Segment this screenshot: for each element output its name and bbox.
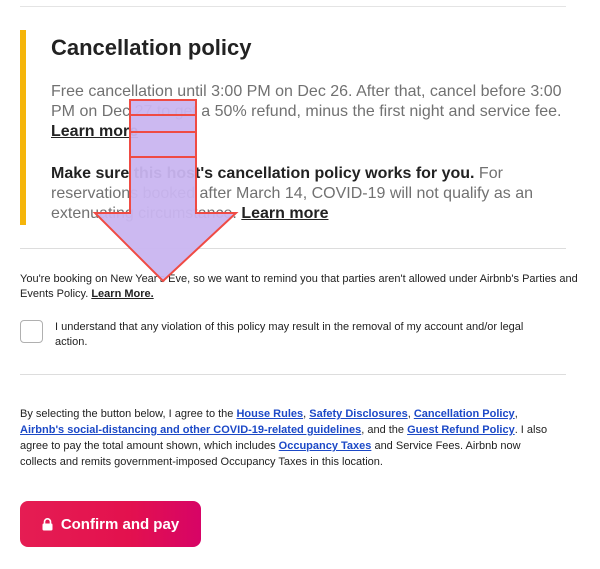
checkout-page: Cancellation policy Free cancellation un… [0, 0, 600, 569]
house-rules-link[interactable]: House Rules [236, 408, 303, 420]
acknowledgement-row: I understand that any violation of this … [20, 320, 580, 350]
new-years-eve-notice: You're booking on New Year's Eve, so we … [20, 272, 580, 302]
top-divider [20, 6, 566, 7]
divider [20, 374, 566, 375]
free-cancellation-text: Free cancellation until 3:00 PM on Dec 2… [51, 82, 571, 142]
agreement-intro: By selecting the button below, I agree t… [20, 408, 237, 420]
confirm-button-label: Confirm and pay [60, 515, 180, 533]
learn-more-link[interactable]: Learn more [51, 123, 138, 140]
cancellation-policy-link[interactable]: Cancellation Policy [414, 408, 515, 420]
cancellation-policy-title: Cancellation policy [51, 35, 252, 60]
agreement-text: By selecting the button below, I agree t… [20, 406, 550, 470]
acknowledgement-checkbox[interactable] [20, 320, 43, 343]
occupancy-taxes-link[interactable]: Occupancy Taxes [279, 440, 372, 452]
learn-more-link-covid[interactable]: Learn more [241, 205, 328, 222]
safety-disclosures-link[interactable]: Safety Disclosures [309, 408, 407, 420]
lock-icon [42, 517, 53, 531]
agreement-separator: , [514, 408, 518, 420]
free-cancellation-sentence: Free cancellation until 3:00 PM on Dec 2… [51, 83, 562, 120]
acknowledgement-label: I understand that any violation of this … [55, 321, 524, 348]
cancellation-policy-callout: Cancellation policy Free cancellation un… [20, 30, 580, 225]
confirm-and-pay-button[interactable]: Confirm and pay [20, 501, 201, 547]
covid-policy-text: Make sure this host's cancellation polic… [51, 164, 551, 224]
agreement-separator: , and the [361, 424, 408, 436]
divider [20, 248, 566, 249]
make-sure-heading: Make sure this host's cancellation polic… [51, 165, 475, 182]
guest-refund-policy-link[interactable]: Guest Refund Policy [407, 424, 515, 436]
covid-guidelines-link[interactable]: Airbnb's social-distancing and other COV… [20, 424, 361, 436]
parties-policy-learn-more-link[interactable]: Learn More. [91, 288, 153, 300]
